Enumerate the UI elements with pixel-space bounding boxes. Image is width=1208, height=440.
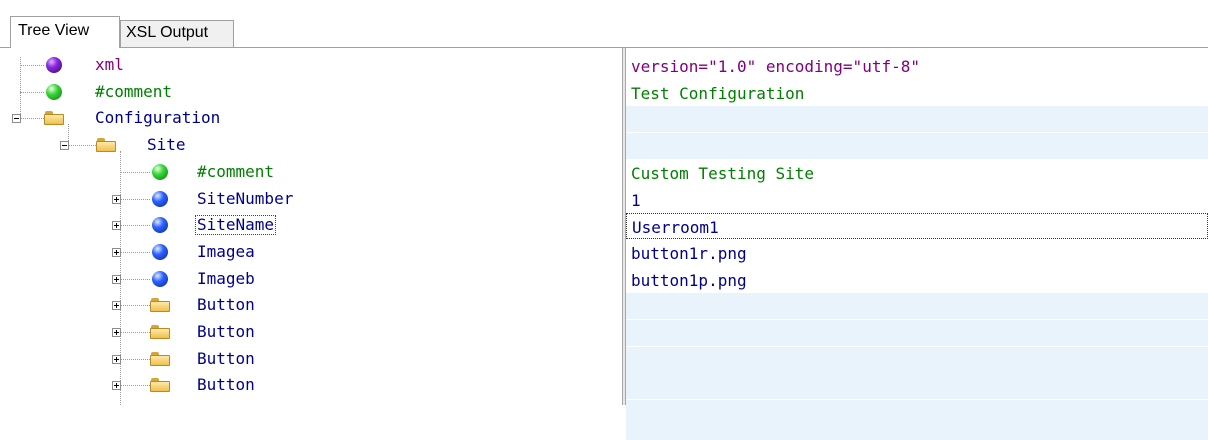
tree-pane[interactable]: xml #comment Configuration Site #comment Site… [0,48,622,405]
value-text: Userroom1 [632,218,719,238]
tree-node-label[interactable]: Button [197,296,255,314]
tab-xsl-output[interactable]: XSL Output [120,20,234,47]
tree-guide-line [120,305,150,307]
collapse-minus-icon[interactable] [60,141,69,151]
expand-plus-icon[interactable] [112,194,121,204]
value-row[interactable] [626,293,1208,320]
tree-node-label[interactable]: Configuration [95,109,220,127]
tree-node-label[interactable]: xml [95,56,124,74]
value-row[interactable] [626,106,1208,133]
value-pane[interactable]: version="1.0" encoding="utf-8" Test Confi… [626,48,1208,440]
value-row[interactable]: button1p.png [626,267,1208,293]
value-row[interactable]: Userroom1 [626,213,1208,240]
value-row[interactable]: Test Configuration [626,80,1208,106]
tab-tree-view[interactable]: Tree View [10,16,120,48]
blue-sphere-icon [152,243,168,260]
blue-sphere-icon [152,217,168,234]
tree-guide-line [120,198,150,200]
value-row[interactable]: Custom Testing Site [626,160,1208,186]
tree-guide-line [120,251,150,253]
tree-guide-line [20,118,44,120]
value-text: Test Configuration [631,83,805,103]
tree-node-label[interactable]: SiteName [195,215,277,236]
folder-icon [150,325,170,339]
tree-node-label[interactable]: Site [147,136,186,154]
tree-node-label[interactable]: Button [197,376,255,394]
tab-strip: Tree View XSL Output [0,0,1208,48]
value-row[interactable]: 1 [626,187,1208,213]
folder-icon [150,351,170,366]
expand-plus-icon[interactable] [112,354,121,364]
tree-node-label[interactable]: Button [197,323,255,341]
tree-node-label[interactable]: Imageb [197,269,255,288]
value-row[interactable]: version="1.0" encoding="utf-8" [626,53,1208,79]
expand-plus-icon[interactable] [112,328,121,337]
tree-guide-line [120,358,150,360]
tree-guide-line [120,225,150,227]
blue-sphere-icon [152,270,168,287]
folder-icon [44,111,64,126]
expand-plus-icon[interactable] [112,381,121,391]
value-text: version="1.0" encoding="utf-8" [631,57,920,76]
tree-guide-line [20,91,44,93]
collapse-minus-icon[interactable] [12,114,21,124]
tree-guide-line [120,171,150,173]
folder-icon [150,378,170,393]
tree-guide-line [20,65,44,66]
tree-node-label[interactable]: SiteNumber [197,189,293,208]
value-row[interactable]: button1r.png [626,240,1208,266]
folder-icon [150,298,170,313]
value-row[interactable] [626,346,1208,373]
value-text: button1p.png [631,270,747,290]
tree-guide-line [68,145,96,147]
tree-guide-line [120,332,150,333]
value-row[interactable] [626,373,1208,400]
tree-node-label[interactable]: Imagea [197,242,255,261]
value-row[interactable] [626,133,1208,160]
tree-node-label[interactable]: #comment [95,82,172,101]
purple-sphere-icon [46,57,62,73]
value-text: Custom Testing Site [631,163,815,183]
expand-plus-icon[interactable] [112,274,121,284]
value-text: 1 [631,190,641,210]
value-pane-filler [626,400,1208,440]
value-row[interactable] [626,320,1208,346]
expand-plus-icon[interactable] [112,221,121,231]
value-text: button1r.png [631,243,747,263]
green-sphere-icon [46,83,62,100]
expand-plus-icon[interactable] [112,247,121,257]
tree-node-label[interactable]: Button [197,349,255,368]
tree-node-label[interactable]: #comment [197,162,274,181]
tree-guide-line [120,278,150,280]
green-sphere-icon [152,163,168,180]
blue-sphere-icon [152,190,168,207]
folder-icon [96,138,116,153]
tree-guide-line [20,57,21,119]
expand-plus-icon[interactable] [112,301,121,311]
tree-guide-line [120,385,150,387]
